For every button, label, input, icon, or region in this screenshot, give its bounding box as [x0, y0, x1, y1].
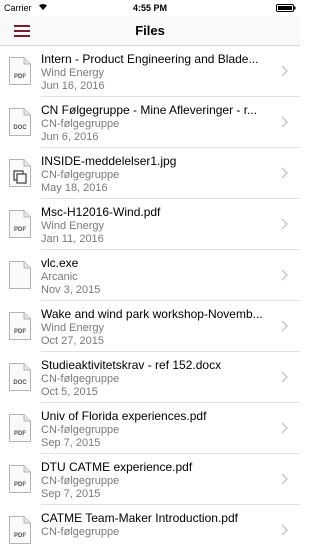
chevron-right-icon: [281, 422, 288, 434]
chevron-right-icon: [281, 167, 288, 179]
svg-text:DOC: DOC: [13, 125, 27, 131]
chevron-right-icon: [281, 320, 288, 332]
file-group: CN-følgegruppe: [41, 169, 120, 181]
file-name: vlc.exe: [41, 256, 79, 270]
file-name: DTU CATME experience.pdf: [41, 460, 193, 474]
file-row[interactable]: PDF Intern - Product Engineering and Bla…: [0, 46, 300, 97]
svg-text:PDF: PDF: [14, 329, 26, 335]
chevron-right-icon: [281, 269, 288, 281]
generic-file-icon: [9, 261, 31, 289]
file-row[interactable]: vlc.exe Arcanic Nov 3, 2015: [0, 250, 300, 301]
doc-file-icon: DOC: [9, 363, 31, 391]
file-name: Intern - Product Engineering and Blade..…: [41, 52, 259, 66]
pdf-file-icon: PDF: [9, 312, 31, 340]
file-row[interactable]: PDF DTU CATME experience.pdf CN-følgegru…: [0, 454, 300, 505]
navigation-bar: Files: [0, 16, 300, 46]
status-bar: Carrier 4:55 PM: [0, 0, 300, 16]
image-file-icon: [9, 159, 31, 187]
pdf-file-icon: PDF: [9, 57, 31, 85]
chevron-right-icon: [281, 65, 288, 77]
svg-text:PDF: PDF: [14, 482, 26, 488]
file-row[interactable]: DOC Studieaktivitetskrav - ref 152.docx …: [0, 352, 300, 403]
pdf-file-icon: PDF: [9, 414, 31, 442]
file-name: CATME Team-Maker Introduction.pdf: [41, 511, 238, 525]
file-name: INSIDE-meddelelser1.jpg: [41, 154, 177, 168]
page-title: Files: [135, 23, 165, 38]
svg-text:PDF: PDF: [14, 227, 26, 233]
file-date: Jan 11, 2016: [41, 233, 104, 245]
file-group: Wind Energy: [41, 322, 104, 334]
file-row[interactable]: DOC CN Følgegruppe - Mine Afleveringer -…: [0, 97, 300, 148]
file-name: Studieaktivitetskrav - ref 152.docx: [41, 358, 222, 372]
chevron-right-icon: [281, 524, 288, 536]
file-name: CN Følgegruppe - Mine Afleveringer - r..…: [41, 103, 258, 117]
file-date: May 18, 2016: [41, 182, 108, 194]
svg-text:DOC: DOC: [13, 380, 27, 386]
battery-icon: [276, 4, 296, 12]
svg-text:PDF: PDF: [14, 431, 26, 437]
file-group: Wind Energy: [41, 220, 104, 232]
chevron-right-icon: [281, 371, 288, 383]
svg-text:PDF: PDF: [14, 74, 26, 80]
pdf-file-icon: PDF: [9, 516, 31, 544]
file-date: Oct 5, 2015: [41, 386, 98, 398]
file-row[interactable]: INSIDE-meddelelser1.jpg CN-følgegruppe M…: [0, 148, 300, 199]
file-group: CN-følgegruppe: [41, 526, 120, 538]
file-row[interactable]: PDF Wake and wind park workshop-Novemb..…: [0, 301, 300, 352]
chevron-right-icon: [281, 473, 288, 485]
file-name: Univ of Florida experiences.pdf: [41, 409, 207, 423]
file-date: Jun 16, 2016: [41, 80, 105, 92]
clock: 4:55 PM: [132, 3, 167, 13]
pdf-file-icon: PDF: [9, 465, 31, 493]
file-group: Wind Energy: [41, 67, 104, 79]
pdf-file-icon: PDF: [9, 210, 31, 238]
file-list: PDF Intern - Product Engineering and Bla…: [0, 46, 300, 556]
file-row[interactable]: PDF Univ of Florida experiences.pdf CN-f…: [0, 403, 300, 454]
file-group: CN-følgegruppe: [41, 373, 120, 385]
chevron-right-icon: [281, 218, 288, 230]
doc-file-icon: DOC: [9, 108, 31, 136]
file-name: Wake and wind park workshop-Novemb...: [41, 307, 263, 321]
file-row[interactable]: PDF CATME Team-Maker Introduction.pdf CN…: [0, 505, 300, 556]
file-row[interactable]: PDF Msc-H12016-Wind.pdf Wind Energy Jan …: [0, 199, 300, 250]
file-date: Sep 7, 2015: [41, 437, 101, 449]
file-date: Nov 3, 2015: [41, 284, 101, 296]
file-group: Arcanic: [41, 271, 78, 283]
file-group: CN-følgegruppe: [41, 118, 120, 130]
svg-text:PDF: PDF: [14, 533, 26, 539]
file-date: Sep 7, 2015: [41, 488, 101, 500]
file-date: Oct 27, 2015: [41, 335, 104, 347]
file-date: Jun 6, 2016: [41, 131, 99, 143]
chevron-right-icon: [281, 116, 288, 128]
file-name: Msc-H12016-Wind.pdf: [41, 205, 161, 219]
file-group: CN-følgegruppe: [41, 424, 120, 436]
file-group: CN-følgegruppe: [41, 475, 120, 487]
